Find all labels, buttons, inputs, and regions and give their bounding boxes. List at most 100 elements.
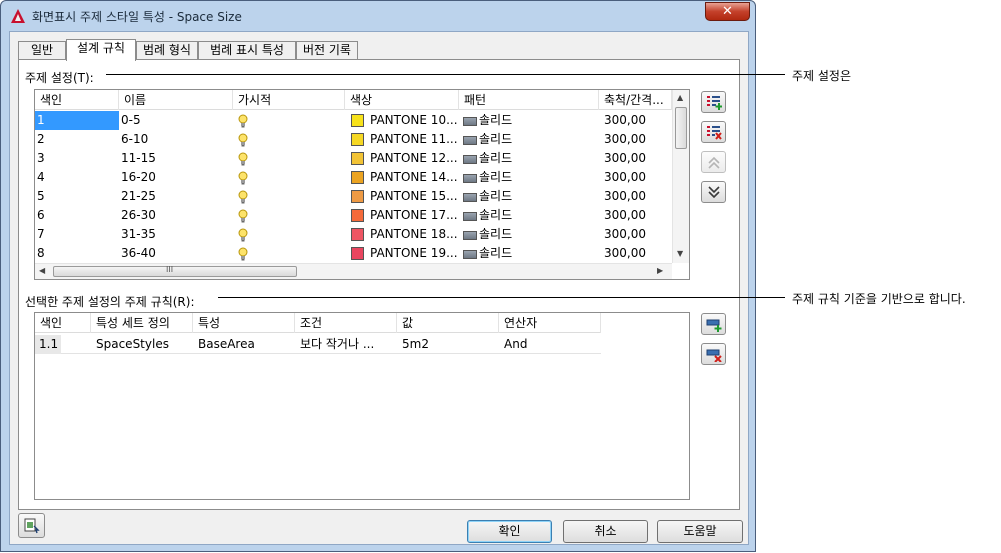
cancel-button[interactable]: 취소 (563, 520, 648, 543)
col-header-property-set[interactable]: 특성 세트 정의 (91, 313, 193, 333)
scale-cell[interactable]: 300,00 (601, 168, 672, 187)
rule-value-cell[interactable]: 5m2 (399, 335, 499, 354)
visible-cell[interactable] (235, 206, 345, 225)
visible-cell[interactable] (235, 187, 345, 206)
color-cell[interactable]: PANTONE 12... (349, 149, 459, 168)
lightbulb-icon[interactable] (237, 190, 249, 204)
name-cell[interactable]: 6-10 (119, 130, 233, 149)
pattern-cell[interactable]: 솔리드 (461, 149, 599, 168)
table-row[interactable]: 1 0-5 PANTONE 10... 솔리드 300,00 (35, 111, 672, 130)
horizontal-scrollbar[interactable]: ◀ III ▶ (35, 263, 672, 279)
tab-version-history[interactable]: 버전 기록 (296, 41, 358, 60)
col-header-visible[interactable]: 가시적 (233, 90, 345, 110)
col-header-condition[interactable]: 조건 (295, 313, 397, 333)
name-cell[interactable]: 31-35 (119, 225, 233, 244)
rule-property-cell[interactable]: BaseArea (195, 335, 295, 354)
color-cell[interactable]: PANTONE 19... (349, 244, 459, 263)
col-header-property[interactable]: 특성 (193, 313, 295, 333)
index-cell[interactable]: 7 (35, 225, 119, 244)
pattern-cell[interactable]: 솔리드 (461, 168, 599, 187)
rule-index-cell[interactable]: 1.1 (35, 335, 61, 354)
col-header-operator[interactable]: 연산자 (499, 313, 601, 333)
lightbulb-icon[interactable] (237, 247, 249, 261)
col-header-color[interactable]: 색상 (345, 90, 459, 110)
scale-cell[interactable]: 300,00 (601, 244, 672, 263)
table-row[interactable]: 7 31-35 PANTONE 18... 솔리드 300,00 (35, 225, 672, 244)
scroll-left-icon[interactable]: ◀ (39, 266, 45, 276)
name-cell[interactable]: 11-15 (119, 149, 233, 168)
select-components-button[interactable] (18, 513, 45, 538)
index-cell[interactable]: 1 (35, 111, 119, 130)
color-cell[interactable]: PANTONE 11... (349, 130, 459, 149)
pattern-cell[interactable]: 솔리드 (461, 187, 599, 206)
col-header-pattern[interactable]: 패턴 (459, 90, 599, 110)
table-row[interactable]: 3 11-15 PANTONE 12... 솔리드 300,00 (35, 149, 672, 168)
name-cell[interactable]: 16-20 (119, 168, 233, 187)
scale-cell[interactable]: 300,00 (601, 149, 672, 168)
tab-general[interactable]: 일반 (18, 41, 66, 60)
index-cell[interactable]: 3 (35, 149, 119, 168)
color-cell[interactable]: PANTONE 15... (349, 187, 459, 206)
rule-property-set-cell[interactable]: SpaceStyles (93, 335, 193, 354)
visible-cell[interactable] (235, 225, 345, 244)
col-header-index[interactable]: 색인 (35, 313, 91, 333)
color-cell[interactable]: PANTONE 18... (349, 225, 459, 244)
pattern-cell[interactable]: 솔리드 (461, 111, 599, 130)
index-cell[interactable]: 4 (35, 168, 119, 187)
remove-theme-setting-button[interactable] (701, 121, 726, 143)
table-row[interactable]: 2 6-10 PANTONE 11... 솔리드 300,00 (35, 130, 672, 149)
index-cell[interactable]: 8 (35, 244, 119, 263)
close-button[interactable]: ✕ (705, 2, 750, 21)
pattern-cell[interactable]: 솔리드 (461, 206, 599, 225)
move-down-button[interactable] (701, 181, 726, 203)
name-cell[interactable]: 26-30 (119, 206, 233, 225)
scale-cell[interactable]: 300,00 (601, 111, 672, 130)
add-theme-setting-button[interactable] (701, 91, 726, 113)
lightbulb-icon[interactable] (237, 133, 249, 147)
vertical-scroll-thumb[interactable] (675, 107, 687, 149)
scroll-up-icon[interactable]: ▲ (677, 93, 683, 103)
table-row[interactable]: 4 16-20 PANTONE 14... 솔리드 300,00 (35, 168, 672, 187)
lightbulb-icon[interactable] (237, 152, 249, 166)
tab-design-rules[interactable]: 설계 규칙 (66, 39, 136, 61)
name-cell[interactable]: 0-5 (119, 111, 233, 130)
table-row[interactable]: 8 36-40 PANTONE 19... 솔리드 300,00 (35, 244, 672, 263)
index-cell[interactable]: 2 (35, 130, 119, 149)
name-cell[interactable]: 21-25 (119, 187, 233, 206)
visible-cell[interactable] (235, 244, 345, 263)
scale-cell[interactable]: 300,00 (601, 187, 672, 206)
lightbulb-icon[interactable] (237, 228, 249, 242)
tab-legend-format[interactable]: 범례 형식 (136, 41, 198, 60)
tab-legend-display-props[interactable]: 범례 표시 특성 (198, 41, 296, 60)
add-rule-button[interactable] (701, 313, 726, 335)
visible-cell[interactable] (235, 149, 345, 168)
pattern-cell[interactable]: 솔리드 (461, 244, 599, 263)
lightbulb-icon[interactable] (237, 171, 249, 185)
color-cell[interactable]: PANTONE 17... (349, 206, 459, 225)
scale-cell[interactable]: 300,00 (601, 206, 672, 225)
rule-condition-cell[interactable]: 보다 작거나 ... (297, 335, 397, 354)
scroll-down-icon[interactable]: ▼ (677, 249, 683, 259)
move-up-button[interactable] (701, 151, 726, 173)
name-cell[interactable]: 36-40 (119, 244, 233, 263)
col-header-value[interactable]: 값 (397, 313, 499, 333)
vertical-scrollbar[interactable]: ▲ ▼ (672, 90, 689, 263)
col-header-scale[interactable]: 축척/간격... (599, 90, 672, 110)
color-cell[interactable]: PANTONE 14... (349, 168, 459, 187)
visible-cell[interactable] (235, 111, 345, 130)
table-row[interactable]: 5 21-25 PANTONE 15... 솔리드 300,00 (35, 187, 672, 206)
title-bar[interactable]: 화면표시 주제 스타일 특성 - Space Size ✕ (1, 1, 755, 31)
lightbulb-icon[interactable] (237, 114, 249, 128)
scroll-right-icon[interactable]: ▶ (657, 266, 663, 276)
remove-rule-button[interactable] (701, 343, 726, 365)
horizontal-scroll-thumb[interactable]: III (53, 265, 297, 277)
rule-operator-cell[interactable]: And (501, 335, 601, 354)
table-row[interactable]: 6 26-30 PANTONE 17... 솔리드 300,00 (35, 206, 672, 225)
visible-cell[interactable] (235, 168, 345, 187)
visible-cell[interactable] (235, 130, 345, 149)
table-row[interactable]: 1.1 SpaceStyles BaseArea 보다 작거나 ... 5m2 … (35, 335, 601, 354)
col-header-name[interactable]: 이름 (119, 90, 233, 110)
lightbulb-icon[interactable] (237, 209, 249, 223)
pattern-cell[interactable]: 솔리드 (461, 130, 599, 149)
color-cell[interactable]: PANTONE 10... (349, 111, 459, 130)
